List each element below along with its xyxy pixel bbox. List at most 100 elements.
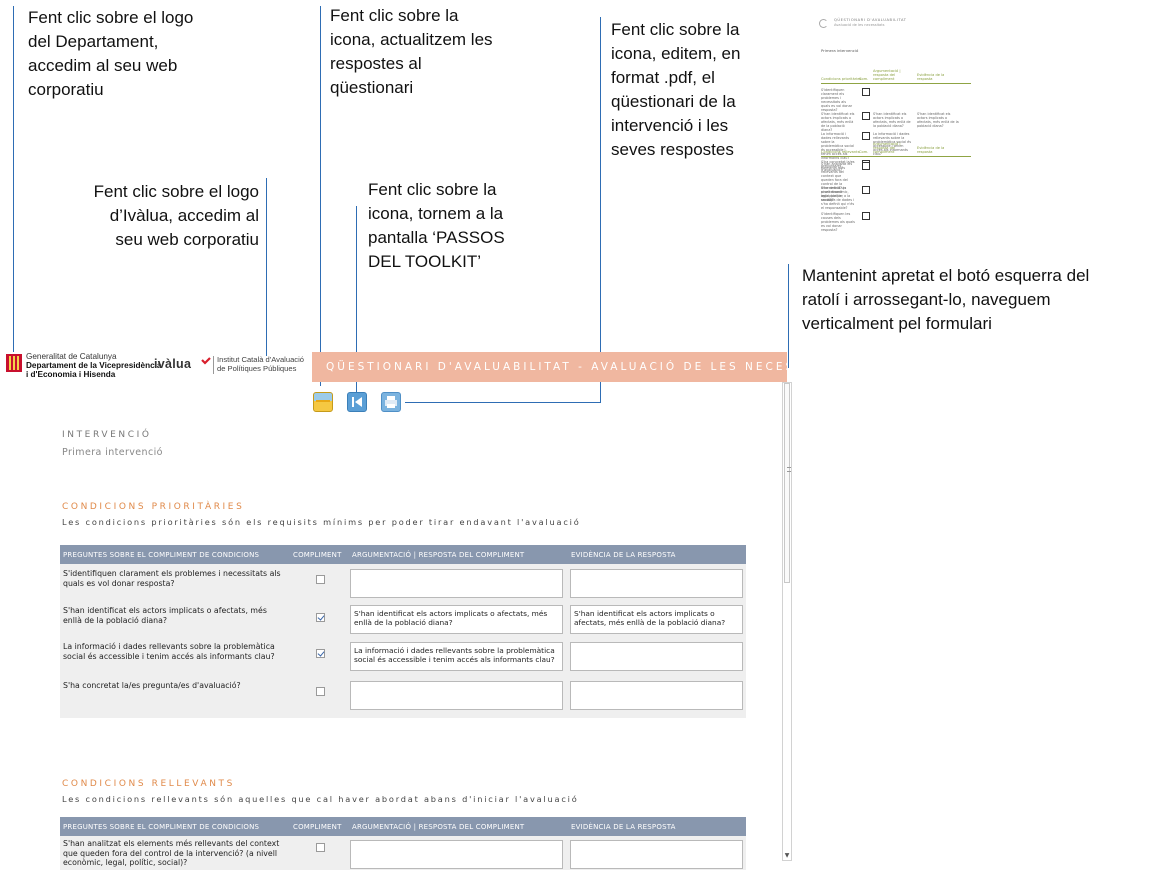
argument-field[interactable] [350,840,563,869]
generalitat-line: i d'Economia i Hisenda [26,370,161,379]
callout-text: pantalla ‘PASSOS [368,228,505,247]
rellevants-title: CONDICIONS RELLEVANTS [62,779,235,789]
table-row: S'ha concretat la/es pregunta/es d'avalu… [60,680,746,718]
thumbnail-question: S'han identificat els actors implicats o… [821,112,855,132]
scroll-down-icon[interactable]: ▼ [783,852,791,860]
thumbnail-checkbox [862,132,870,140]
header-question: PREGUNTES SOBRE EL COMPLIMENT DE CONDICI… [63,551,260,559]
header-evidence: EVIDÈNCIA DE LA RESPOSTA [571,551,676,559]
page-banner: QÜESTIONARI D'AVALUABILITAT - AVALUACIÓ … [312,352,787,382]
generalitat-line: Departament de la Vicepresidència [26,361,161,370]
ivalua-institute-name[interactable]: Institut Català d'Avaluació de Polítique… [217,355,304,373]
argument-field[interactable] [350,569,563,598]
table-row: S'han identificat els actors implicats o… [60,602,746,640]
evidence-field[interactable] [570,681,743,710]
thumbnail-intervention: Primera intervenció [821,48,859,53]
thumbnail-header-label: Evidència de la resposta [917,146,945,154]
back-arrow-icon [352,397,362,407]
thumbnail-header-label: Argumentació | resposta del compliment [873,142,901,154]
callout-logo-departament: Fent clic sobre el logo del Departament,… [28,6,278,102]
thumbnail-header-label: Com. [859,77,869,81]
printer-icon [385,396,397,408]
callout-actualitzem: Fent clic sobre la icona, actualitzem le… [330,4,570,100]
compliment-checkbox[interactable] [316,649,325,658]
callout-text: Fent clic sobre la [611,20,740,39]
ivalua-check-icon [201,357,211,365]
callout-logo-ivalua: Fent clic sobre el logo d’Ivàlua, accedi… [20,180,259,252]
table-header: PREGUNTES SOBRE EL COMPLIMENT DE CONDICI… [60,817,746,836]
thumbnail-header-label: Condicions prioritàries [821,77,862,81]
question-text: S'han identificat els actors implicats o… [63,606,267,625]
back-icon[interactable] [347,392,367,412]
compliment-checkbox[interactable] [316,687,325,696]
scrollbar-thumb[interactable] [784,383,791,583]
table-row: S'han analitzat els elements més relleva… [60,836,746,870]
callout-tornem: Fent clic sobre la icona, tornem a la pa… [368,178,568,274]
callout-text: Fent clic sobre el logo [93,182,259,201]
callout-text: accedim al seu web [28,56,178,75]
ivalua-logo-icon [819,19,828,28]
thumbnail-question: S'ha definit un procediment aplicable pe… [821,186,855,210]
callout-editem: Fent clic sobre la icona, editem, en for… [611,18,811,162]
thumbnail-header-label: Evidència de la resposta [917,73,945,81]
generalitat-logo-text[interactable]: Generalitat de Catalunya Departament de … [26,352,161,379]
argument-field[interactable]: S'han identificat els actors implicats o… [350,605,563,634]
callout-text: format .pdf, el [611,68,715,87]
callout-text: seves respostes [611,140,734,159]
compliment-checkbox[interactable] [316,613,325,622]
thumbnail-row: S'ha definit un procediment aplicable pe… [821,186,971,210]
thumbnail-row: S'identifiquen les causes dels problemes… [821,212,971,232]
thumbnail-checkbox [862,212,870,220]
callout-text: icona, actualitzem les [330,30,493,49]
callout-line-logo-ivalua [266,178,267,356]
thumbnail-header-prioritaries: Condicions prioritàries Com. Argumentaci… [821,69,971,84]
rellevants-table: PREGUNTES SOBRE EL COMPLIMENT DE CONDICI… [60,817,746,870]
generalitat-line: Generalitat de Catalunya [26,352,117,361]
callout-text: del Departament, [28,32,159,51]
callout-text: corporatiu [28,80,104,99]
evidence-field[interactable] [570,642,743,671]
thumbnail-checkbox [862,88,870,96]
callout-text: Fent clic sobre la [368,180,497,199]
compliment-checkbox[interactable] [316,575,325,584]
question-text: S'han analitzat els elements més relleva… [63,839,280,867]
table-header: PREGUNTES SOBRE EL COMPLIMENT DE CONDICI… [60,545,746,564]
callout-line-editem [600,17,601,403]
vertical-scrollbar[interactable]: ▲ ▼ [782,382,792,861]
generalitat-logo-icon[interactable] [6,354,22,372]
prioritaries-table: PREGUNTES SOBRE EL COMPLIMENT DE CONDICI… [60,545,746,718]
thumbnail-row: S'identifiquen clarament els problemes i… [821,88,971,112]
thumbnail-row: S'han identificat els actors implicats o… [821,112,971,132]
question-text: La informació i dades rellevants sobre l… [63,642,275,661]
evidence-field[interactable]: S'han identificat els actors implicats o… [570,605,743,634]
evidence-field[interactable] [570,840,743,869]
header-question: PREGUNTES SOBRE EL COMPLIMENT DE CONDICI… [63,823,260,831]
callout-text: icona, tornem a la [368,204,504,223]
update-icon[interactable] [313,392,333,412]
thumbnail-row: S'han analitzat els elements més relleva… [821,162,971,202]
ivalua-logo[interactable]: ivàlua [154,357,191,371]
thumbnail-question: S'identifiquen clarament els problemes i… [821,88,853,112]
callout-line-scroll [788,264,789,368]
thumbnail-header-label: Condicions rellevants [821,150,860,154]
thumbnail-header-label: Com. [859,150,869,154]
generalitat-dept: Departament de la Vicepresidència [26,361,162,370]
evidence-field[interactable] [570,569,743,598]
thumbnail-checkbox [862,186,870,194]
thumbnail-subtitle: Avaluació de les necessitats [834,23,885,27]
ivalua-inst-line: de Polítiques Públiques [217,364,297,373]
pdf-thumbnail: QÜESTIONARI D'AVALUABILITAT Avaluació de… [816,14,976,334]
rellevants-description: Les condicions rellevants són aquelles q… [62,794,579,804]
thumbnail-answer: S'han identificat els actors implicats o… [873,112,911,128]
header-evidence: EVIDÈNCIA DE LA RESPOSTA [571,823,676,831]
argument-field[interactable]: La informació i dades rellevants sobre l… [350,642,563,671]
compliment-checkbox[interactable] [316,843,325,852]
print-pdf-icon[interactable] [381,392,401,412]
thumbnail-header-label: Argumentació | resposta del compliment [873,69,901,81]
header-compliment: COMPLIMENT [293,551,342,559]
argument-field[interactable] [350,681,563,710]
thumbnail-header-rellevants: Condicions rellevants Com. Argumentació … [821,142,971,157]
callout-hline-editem [405,402,601,403]
callout-text: intervenció i les [611,116,729,135]
callout-text: Fent clic sobre la [330,6,459,25]
